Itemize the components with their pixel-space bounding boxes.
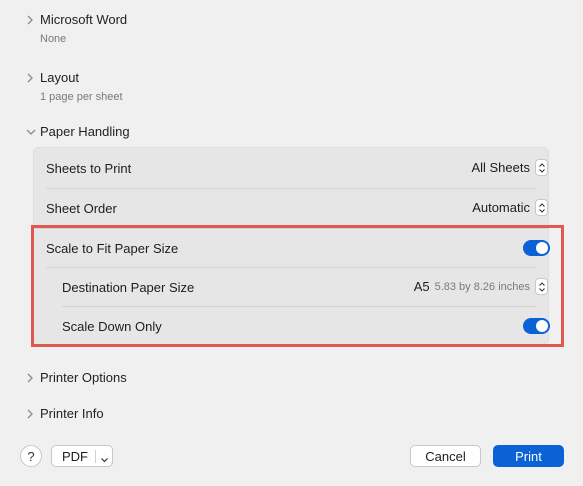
section-microsoft-word[interactable]: Microsoft Word	[26, 12, 127, 27]
scale-to-fit-toggle[interactable]	[523, 240, 550, 256]
sheets-to-print-value: All Sheets	[471, 160, 530, 175]
chevron-down-icon	[26, 128, 40, 136]
chevron-right-icon	[26, 15, 40, 25]
pdf-menu-button[interactable]: PDF	[51, 445, 113, 467]
section-subtitle: 1 page per sheet	[40, 91, 123, 103]
destination-paper-size-popup[interactable]: A5 5.83 by 8.26 inches	[414, 278, 548, 295]
row-scale-to-fit: Scale to Fit Paper Size	[34, 228, 550, 268]
chevron-right-icon	[26, 373, 40, 383]
up-down-chevron-icon	[535, 278, 548, 295]
section-subtitle: None	[40, 33, 67, 45]
row-sheets-to-print: Sheets to Print All Sheets	[34, 148, 550, 188]
section-title: Layout	[40, 70, 80, 85]
paper-handling-panel: Sheets to Print All Sheets Sheet Order A…	[33, 147, 550, 346]
scale-down-only-toggle[interactable]	[523, 318, 550, 334]
toggle-knob	[536, 320, 548, 332]
up-down-chevron-icon	[535, 159, 548, 176]
sheet-order-popup[interactable]: Automatic	[472, 199, 548, 216]
up-down-chevron-icon	[535, 199, 548, 216]
destination-paper-size-label: Destination Paper Size	[62, 279, 195, 295]
section-title: Printer Info	[40, 406, 104, 421]
destination-paper-size-detail: 5.83 by 8.26 inches	[434, 280, 530, 293]
pdf-label: PDF	[62, 448, 88, 464]
scale-to-fit-label: Scale to Fit Paper Size	[46, 240, 179, 256]
row-sheet-order: Sheet Order Automatic	[34, 188, 550, 228]
section-title: Paper Handling	[40, 124, 130, 139]
help-button[interactable]: ?	[20, 445, 42, 467]
row-scale-down-only: Scale Down Only	[34, 306, 550, 346]
sheet-order-label: Sheet Order	[46, 200, 117, 216]
sheets-to-print-popup[interactable]: All Sheets	[471, 159, 548, 176]
row-destination-paper-size: Destination Paper Size A5 5.83 by 8.26 i…	[34, 267, 550, 307]
destination-paper-size-value: A5	[413, 279, 430, 294]
section-title: Microsoft Word	[40, 12, 128, 27]
section-printer-info[interactable]: Printer Info	[26, 406, 104, 421]
print-button[interactable]: Print	[493, 445, 564, 467]
cancel-button[interactable]: Cancel	[410, 445, 481, 467]
section-printer-options[interactable]: Printer Options	[26, 370, 127, 385]
section-layout[interactable]: Layout	[26, 70, 79, 85]
chevron-right-icon	[26, 409, 40, 419]
sheet-order-value: Automatic	[472, 200, 530, 215]
section-title: Printer Options	[40, 370, 127, 385]
section-paper-handling[interactable]: Paper Handling	[26, 124, 130, 139]
scale-down-only-label: Scale Down Only	[62, 318, 162, 334]
divider	[95, 450, 96, 463]
toggle-knob	[536, 242, 548, 254]
chevron-right-icon	[26, 73, 40, 83]
chevron-down-icon	[100, 452, 109, 467]
sheets-to-print-label: Sheets to Print	[46, 160, 132, 176]
